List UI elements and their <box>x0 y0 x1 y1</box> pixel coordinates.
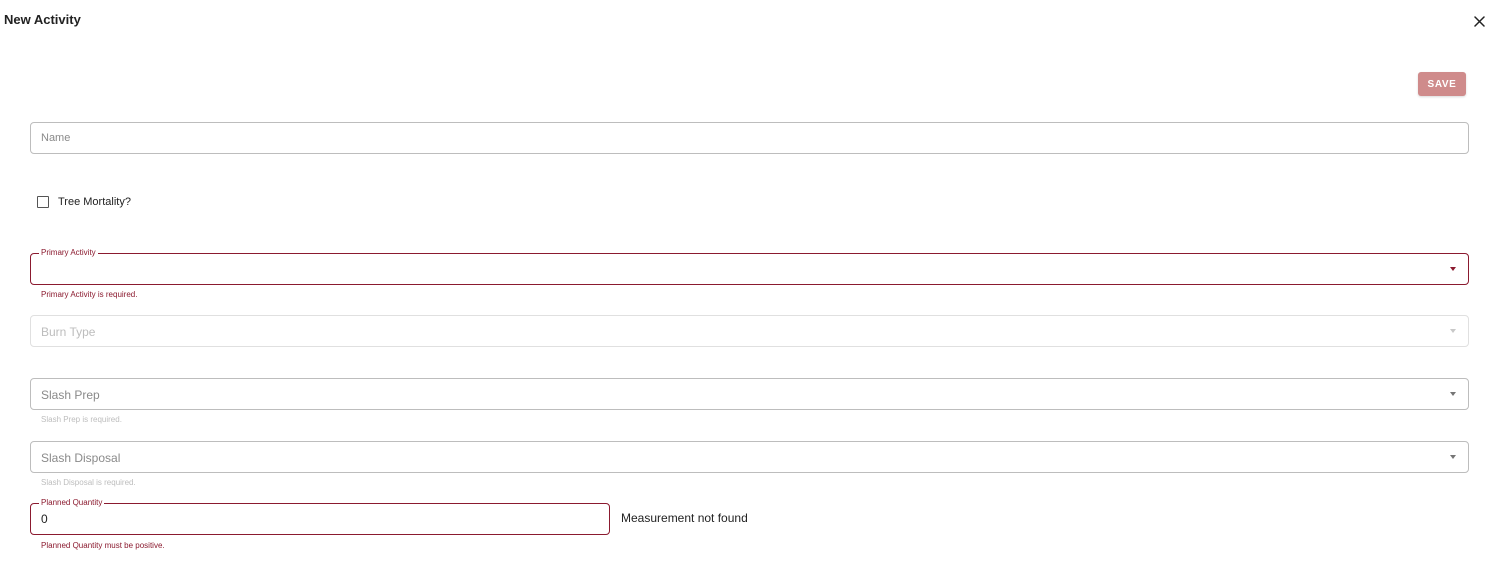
tree-mortality-checkbox[interactable] <box>37 196 49 208</box>
slash-disposal-helper: Slash Disposal is required. <box>41 478 136 487</box>
tree-mortality-row[interactable]: Tree Mortality? <box>37 196 131 208</box>
burn-type-placeholder: Burn Type <box>41 325 96 339</box>
primary-activity-select[interactable]: Primary Activity <box>30 247 1469 285</box>
planned-quantity-error: Planned Quantity must be positive. <box>41 541 165 550</box>
slash-prep-helper: Slash Prep is required. <box>41 415 122 424</box>
slash-prep-select[interactable]: Slash Prep <box>30 378 1469 410</box>
chevron-down-icon <box>1450 455 1456 459</box>
primary-activity-error: Primary Activity is required. <box>41 290 138 299</box>
slash-disposal-placeholder: Slash Disposal <box>41 451 121 465</box>
planned-quantity-input[interactable]: Planned Quantity 0 <box>30 497 610 535</box>
chevron-down-icon <box>1450 392 1456 396</box>
burn-type-select: Burn Type <box>30 315 1469 347</box>
measurement-status: Measurement not found <box>621 511 748 525</box>
planned-quantity-value: 0 <box>41 512 48 526</box>
name-field[interactable]: Name <box>30 122 1469 154</box>
tree-mortality-label: Tree Mortality? <box>58 196 131 208</box>
slash-disposal-select[interactable]: Slash Disposal <box>30 441 1469 473</box>
slash-prep-placeholder: Slash Prep <box>41 388 100 402</box>
close-icon <box>1473 15 1485 27</box>
dialog-title: New Activity <box>4 12 81 27</box>
chevron-down-icon <box>1450 267 1456 271</box>
primary-activity-label: Primary Activity <box>39 247 98 259</box>
planned-quantity-label: Planned Quantity <box>39 497 105 509</box>
new-activity-dialog: New Activity SAVE Name Tree Mortality? P… <box>0 0 1507 585</box>
save-button[interactable]: SAVE <box>1418 72 1466 96</box>
close-button[interactable] <box>1469 11 1489 31</box>
name-placeholder: Name <box>41 132 71 144</box>
chevron-down-icon <box>1450 329 1456 333</box>
